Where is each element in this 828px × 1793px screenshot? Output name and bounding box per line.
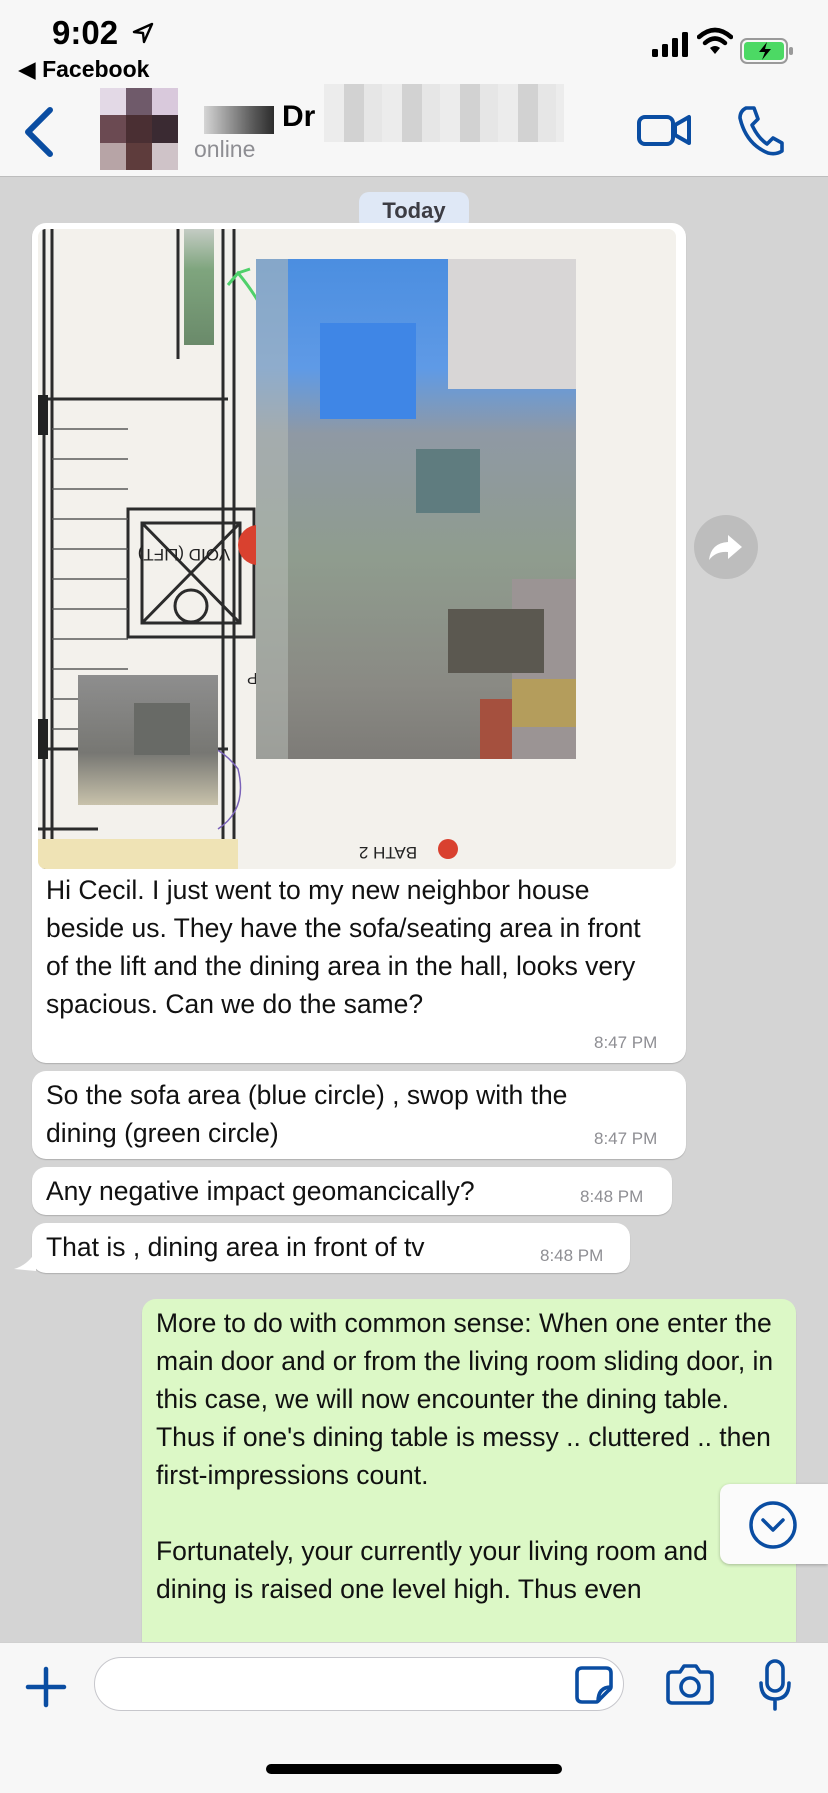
microphone-icon[interactable]: [758, 1659, 792, 1711]
message-timestamp: 8:47 PM: [594, 1129, 658, 1148]
signal-icon: [652, 32, 688, 57]
redacted-name-block: [324, 84, 564, 142]
message-text: Hi Cecil. I just went to my new neighbor…: [46, 875, 641, 1019]
back-chevron-icon[interactable]: [22, 106, 56, 158]
message-text: Any negative impact geomancically?: [46, 1176, 475, 1206]
svg-text:VOID (LIFT): VOID (LIFT): [138, 545, 231, 564]
video-call-icon[interactable]: [636, 110, 692, 150]
redacted-name-block: [204, 106, 274, 134]
presence-status: online: [194, 136, 256, 162]
message-bubble-outgoing[interactable]: More to do with common sense: When one e…: [142, 1299, 796, 1642]
redacted-photo-region: [256, 259, 576, 759]
bubble-tail: [14, 1251, 36, 1271]
message-bubble-incoming[interactable]: So the sofa area (blue circle) , swop wi…: [32, 1071, 686, 1159]
message-text: More to do with common sense: When one e…: [156, 1308, 774, 1604]
status-time: 9:02: [52, 14, 119, 51]
message-text: That is , dining area in front of tv: [46, 1232, 425, 1262]
message-input[interactable]: [94, 1657, 624, 1711]
message-bubble-incoming[interactable]: Any negative impact geomancically? 8:48 …: [32, 1167, 672, 1215]
battery-icon: [740, 38, 793, 64]
message-timestamp: 8:47 PM: [594, 1033, 658, 1052]
redacted-photo-region: [78, 675, 218, 805]
forward-button[interactable]: [694, 515, 758, 579]
plus-icon[interactable]: [24, 1665, 68, 1709]
avatar[interactable]: [100, 88, 178, 170]
phone-call-icon[interactable]: [736, 104, 784, 156]
message-bubble-incoming[interactable]: That is , dining area in front of tv 8:4…: [14, 1223, 630, 1273]
shared-floorplan-photo[interactable]: VOID (LIFT) UP BATH 2: [38, 229, 676, 869]
message-timestamp: 8:48 PM: [540, 1246, 604, 1265]
chat-thread[interactable]: Today VOID (LIFT) BATH 2 Hi Cecil. I jus…: [0, 177, 828, 1642]
location-arrow-icon: [132, 22, 154, 44]
message-timestamp: 8:48 PM: [580, 1187, 644, 1206]
forward-icon: [709, 535, 742, 560]
contact-name: Dr: [282, 100, 316, 133]
redacted-photo-region: [184, 229, 214, 345]
svg-text:BATH 2: BATH 2: [359, 843, 417, 862]
message-bubble-incoming[interactable]: VOID (LIFT) UP BATH 2: [32, 223, 686, 1063]
scroll-to-bottom-button[interactable]: [720, 1484, 828, 1564]
conversation-header: Dr online: [0, 84, 828, 177]
wifi-icon: [697, 27, 733, 54]
camera-icon[interactable]: [666, 1663, 714, 1705]
home-indicator[interactable]: [266, 1764, 562, 1774]
status-bar: 9:02 ◀ Facebook: [0, 0, 828, 90]
chevron-down-icon: [749, 1501, 797, 1549]
sticker-icon[interactable]: [574, 1665, 614, 1705]
message-text: So the sofa area (blue circle) , swop wi…: [46, 1080, 568, 1148]
back-to-facebook-link[interactable]: ◀ Facebook: [18, 56, 149, 83]
